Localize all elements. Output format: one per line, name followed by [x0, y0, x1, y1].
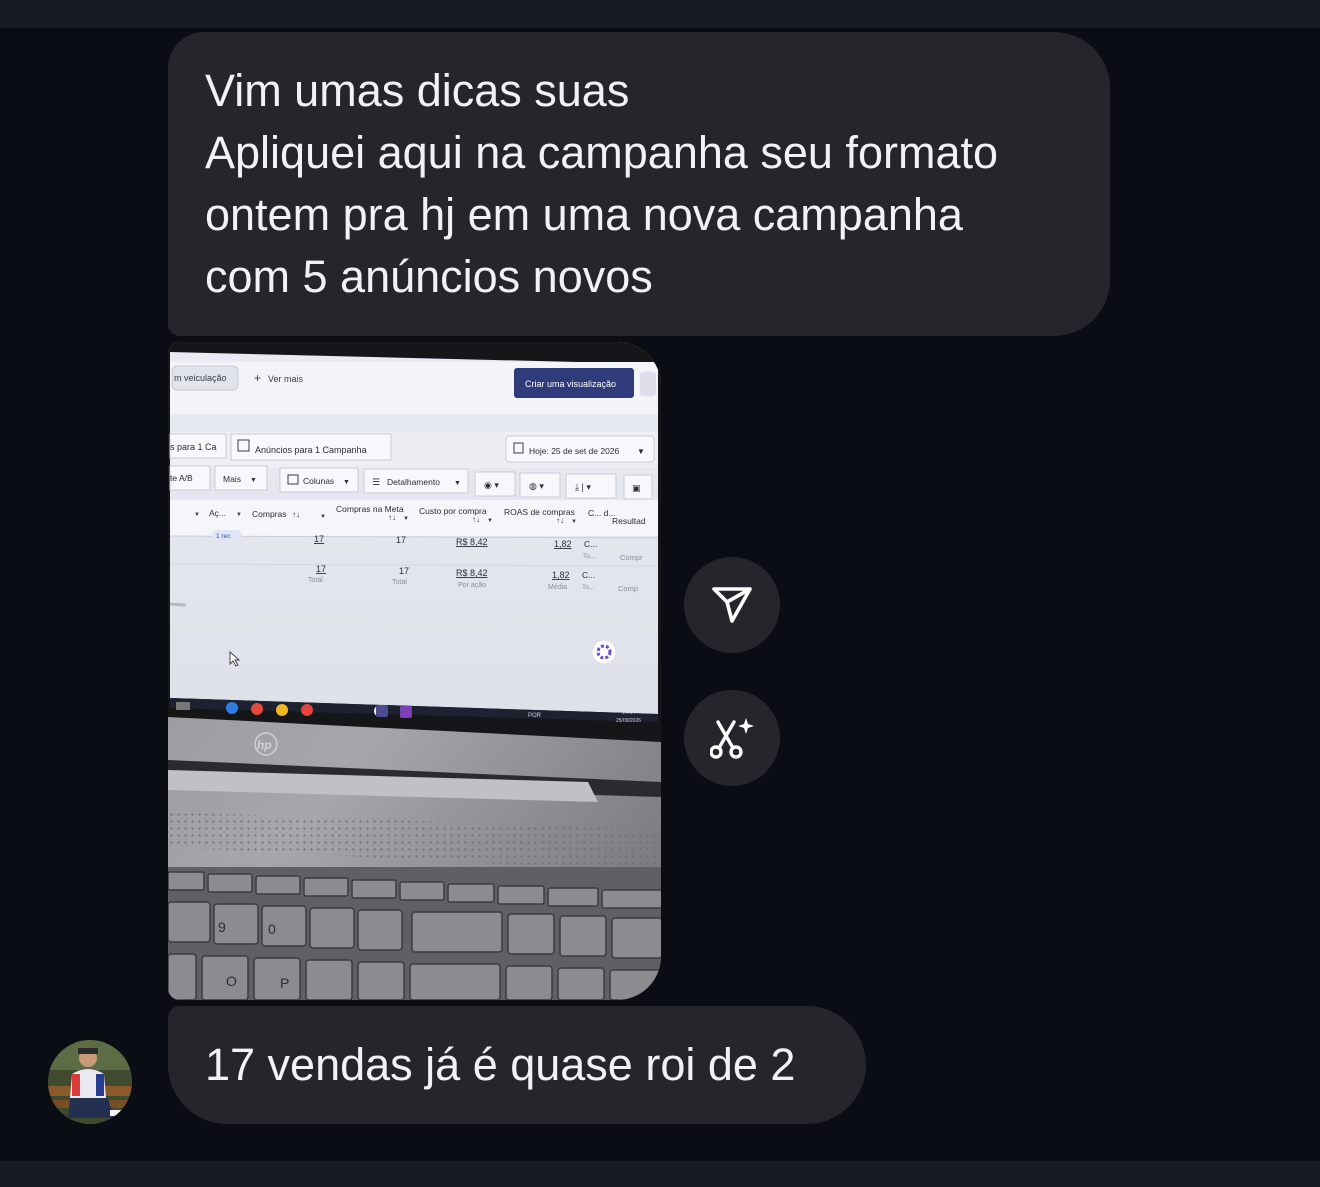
svg-text:▼: ▼ — [343, 479, 350, 486]
svg-text:0: 0 — [268, 921, 276, 937]
row1-custo: R$ 8,42 — [456, 537, 488, 547]
share-button[interactable] — [684, 557, 780, 653]
row2-c-sub: To... — [582, 584, 594, 591]
svg-text:▼: ▼ — [194, 512, 200, 518]
ab-test-button: te A/B — [170, 473, 193, 483]
message-line-4: com 5 anúncios novos — [205, 251, 653, 302]
svg-text:⤓ | ▾: ⤓ | ▾ — [575, 482, 591, 492]
row2-meta-sub: Total — [392, 579, 407, 586]
bottom-bar — [0, 1161, 1320, 1187]
svg-text:▼: ▼ — [403, 516, 409, 522]
row1-result: Compr — [620, 553, 643, 562]
svg-text:▼: ▼ — [250, 477, 257, 484]
svg-text:▼: ▼ — [320, 514, 326, 520]
svg-text:▣: ▣ — [632, 483, 641, 493]
row2-custo: R$ 8,42 — [456, 568, 488, 578]
svg-text:9: 9 — [218, 919, 226, 935]
svg-text:▼: ▼ — [236, 512, 242, 518]
col-header-compras: Compras — [252, 509, 286, 519]
scissors-sparkle-icon — [710, 718, 754, 759]
taskbar-date: 25/09/2026 — [616, 718, 641, 724]
recommendation-badge: 1 rec — [216, 533, 231, 540]
svg-text:▼: ▼ — [454, 480, 461, 487]
message-photo[interactable]: m veiculação + Ver mais Criar uma visual… — [168, 342, 661, 1000]
col-header-resultado: Resultad — [612, 516, 646, 526]
magic-edit-button[interactable] — [684, 690, 780, 786]
col-header-roas: ROAS de compras — [504, 507, 575, 517]
row2-roas-sub: Média — [548, 584, 567, 591]
taskbar-language: POR — [528, 713, 542, 719]
svg-text:↑↓: ↑↓ — [472, 515, 480, 524]
message-bubble-text-1[interactable]: Vim umas dicas suas Apliquei aqui na cam… — [168, 32, 1110, 336]
create-visualization-button: Criar uma visualização — [525, 379, 616, 389]
row2-custo-sub: Por ação — [458, 582, 486, 589]
svg-text:▼: ▼ — [637, 447, 645, 456]
col-header-acoes: Aç... — [209, 508, 226, 518]
date-filter: Hoje: 25 de set de 2026 — [529, 446, 620, 456]
row2-compras: 17 — [316, 564, 326, 574]
paper-plane-icon — [712, 587, 752, 623]
tab-1: s para 1 Ca — [170, 442, 217, 452]
row2-result: Comp — [618, 584, 638, 593]
row2-meta: 17 — [399, 566, 409, 576]
message-bubble-text-2[interactable]: 17 vendas já é quase roi de 2 — [168, 1006, 866, 1124]
mais-button: Mais — [223, 474, 241, 484]
row1-meta: 17 — [396, 535, 406, 545]
top-bar — [0, 0, 1320, 28]
svg-text:▼: ▼ — [487, 518, 493, 524]
detalhamento-button: Detalhamento — [387, 477, 440, 487]
message-line-1: Vim umas dicas suas — [205, 65, 630, 116]
hp-logo: hp — [257, 738, 272, 752]
row1-c: C... — [584, 539, 597, 549]
row1-c-sub: To... — [583, 553, 595, 560]
svg-text:↑↓: ↑↓ — [292, 510, 300, 519]
tab-2: Anúncios para 1 Campanha — [255, 445, 367, 455]
row1-roas: 1,82 — [554, 539, 572, 549]
row1-compras: 17 — [314, 534, 324, 544]
svg-text:+: + — [254, 371, 261, 385]
svg-text:◍ ▾: ◍ ▾ — [529, 481, 544, 491]
ver-mais-link: Ver mais — [268, 374, 304, 384]
avatar[interactable] — [48, 1040, 132, 1124]
svg-text:P: P — [280, 975, 289, 991]
message-line-3: ontem pra hj em uma nova campanha — [205, 189, 963, 240]
svg-text:☰: ☰ — [372, 477, 380, 487]
row2-c: C... — [582, 570, 595, 580]
svg-text:O: O — [226, 973, 237, 989]
row2-roas: 1,82 — [552, 570, 570, 580]
svg-text:◉ ▾: ◉ ▾ — [484, 480, 499, 490]
nav-tab-veiculacao: m veiculação — [174, 373, 227, 383]
message-text-2: 17 vendas já é quase roi de 2 — [205, 1039, 796, 1090]
colunas-button: Colunas — [303, 476, 334, 486]
taskbar-time: 14:14 — [622, 710, 636, 716]
svg-text:▼: ▼ — [571, 519, 577, 525]
svg-text:↑↓: ↑↓ — [388, 513, 396, 522]
row2-compras-sub: Total — [308, 577, 323, 584]
message-line-2: Apliquei aqui na campanha seu formato — [205, 127, 999, 178]
svg-text:↑↓: ↑↓ — [556, 516, 564, 525]
